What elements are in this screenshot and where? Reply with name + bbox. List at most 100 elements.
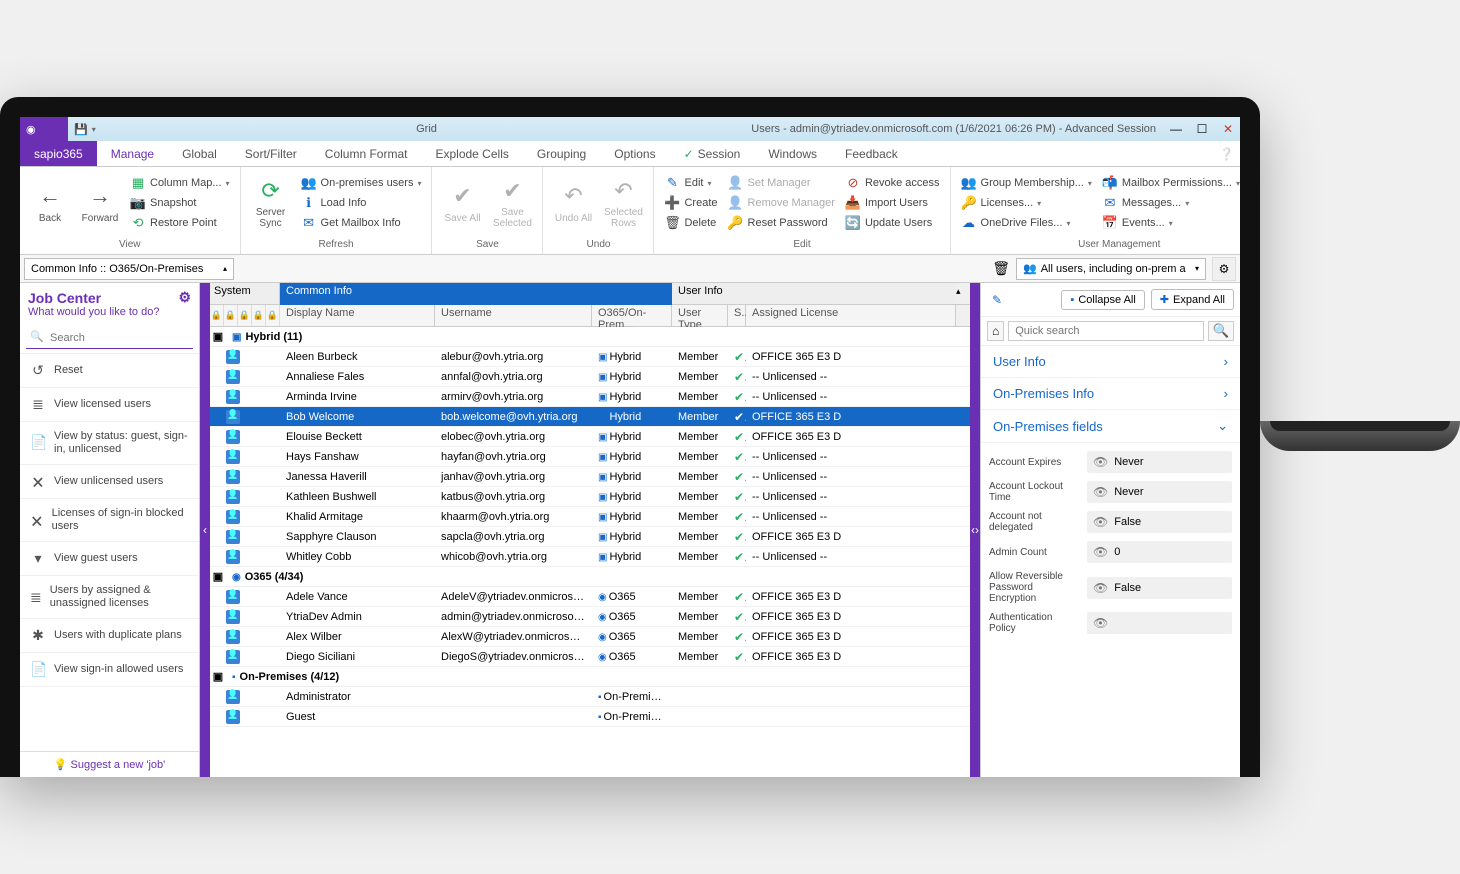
col-license[interactable]: Assigned License [746, 305, 956, 326]
minimize-button[interactable]: — [1164, 119, 1188, 139]
save-all-button[interactable]: ✔Save All [438, 173, 486, 233]
grid-row[interactable]: Hays Fanshaw hayfan@ovh.ytria.org Hybrid… [210, 447, 970, 467]
grid-row[interactable]: Guest On-Premises [210, 707, 970, 727]
edit-button[interactable]: ✎Edit [660, 173, 721, 193]
tab-global[interactable]: Global [168, 141, 231, 166]
job-center-item[interactable]: ✱Users with duplicate plans [20, 619, 199, 653]
mailbox-permissions-button[interactable]: 📬Mailbox Permissions... [1098, 173, 1240, 193]
delete-button[interactable]: 🗑Delete [660, 213, 721, 233]
collapse-all-button[interactable]: ▪Collapse All [1061, 290, 1144, 310]
col-username[interactable]: Username [435, 305, 592, 326]
job-center-item[interactable]: 🗙View unlicensed users [20, 465, 199, 499]
job-center-item[interactable]: ≣Users by assigned & unassigned licenses [20, 576, 199, 619]
create-button[interactable]: ➕Create [660, 193, 721, 213]
group-collapse-icon[interactable]: ▣ [212, 330, 224, 343]
tab-manage[interactable]: Manage [97, 141, 168, 166]
remove-manager-button[interactable]: 👤Remove Manager [724, 193, 839, 213]
update-users-button[interactable]: 🔄Update Users [841, 213, 944, 233]
grid-row[interactable]: Administrator On-Premises [210, 687, 970, 707]
qat-save-icon[interactable]: 💾 [74, 123, 88, 136]
tab-grouping[interactable]: Grouping [523, 141, 600, 166]
job-center-search-input[interactable] [26, 328, 193, 349]
licenses-button[interactable]: 🔑Licenses... [957, 193, 1096, 213]
details-search-input[interactable] [1008, 321, 1204, 341]
group-collapse-icon[interactable]: ▣ [212, 570, 224, 583]
save-selected-button[interactable]: ✔Save Selected [488, 173, 536, 233]
help-icon[interactable]: ❔ [1219, 147, 1240, 161]
details-search-button[interactable]: 🔍 [1208, 321, 1234, 341]
suggest-job-button[interactable]: Suggest a new 'job' [20, 751, 199, 777]
grid-row[interactable]: Elouise Beckett elobec@ovh.ytria.org Hyb… [210, 427, 970, 447]
tab-brand[interactable]: sapio365 [20, 141, 97, 166]
grid-row[interactable]: Arminda Irvine armirv@ovh.ytria.org Hybr… [210, 387, 970, 407]
close-button[interactable]: ✕ [1216, 119, 1240, 139]
tab-columnformat[interactable]: Column Format [311, 141, 422, 166]
job-center-item[interactable]: 📄View by status: guest, sign-in, unlicen… [20, 422, 199, 465]
selected-rows-button[interactable]: ↶Selected Rows [599, 173, 647, 233]
grid-group-header[interactable]: ▣O365 (4/34) [210, 567, 970, 587]
accordion-header[interactable]: On-Premises Info› [981, 378, 1240, 410]
left-splitter[interactable]: ‹ [200, 283, 210, 777]
accordion-header[interactable]: User Info› [981, 346, 1240, 378]
grid-row[interactable]: Kathleen Bushwell katbus@ovh.ytria.org H… [210, 487, 970, 507]
grid-row[interactable]: YtriaDev Admin admin@ytriadev.onmicrosof… [210, 607, 970, 627]
grid-row[interactable]: Annaliese Fales annfal@ovh.ytria.org Hyb… [210, 367, 970, 387]
col-usertype[interactable]: User Type [672, 305, 728, 326]
job-center-item[interactable]: ≣View licensed users [20, 388, 199, 422]
group-membership-button[interactable]: 👥Group Membership... [957, 173, 1096, 193]
users-filter-select[interactable]: 👥All users, including on-prem a▾ [1016, 258, 1206, 280]
import-users-button[interactable]: 📥Import Users [841, 193, 944, 213]
grid-group-header[interactable]: ▣On-Premises (4/12) [210, 667, 970, 687]
grid-row[interactable]: Whitley Cobb whicob@ovh.ytria.org Hybrid… [210, 547, 970, 567]
edit-pencil-icon[interactable]: ✎ [987, 290, 1007, 310]
qat-dropdown-icon[interactable]: ▾ [92, 125, 96, 134]
get-mailbox-info-button[interactable]: ✉Get Mailbox Info [297, 213, 426, 233]
col-group-userinfo[interactable]: User Info [672, 283, 956, 305]
job-center-item[interactable]: ▾View guest users [20, 542, 199, 576]
tab-feedback[interactable]: Feedback [831, 141, 912, 166]
right-splitter[interactable]: ‹› [970, 283, 980, 777]
tab-options[interactable]: Options [600, 141, 669, 166]
load-info-button[interactable]: ℹLoad Info [297, 193, 426, 213]
back-button[interactable]: ←Back [26, 173, 74, 233]
job-center-item[interactable]: ↺Reset [20, 354, 199, 388]
snapshot-button[interactable]: 📷Snapshot [126, 193, 234, 213]
set-manager-button[interactable]: 👤Set Manager [724, 173, 839, 193]
col-onprem[interactable]: O365/On-Prem... [592, 305, 672, 326]
lock-icon[interactable]: 🔒 [210, 305, 224, 326]
revoke-access-button[interactable]: ⊘Revoke access [841, 173, 944, 193]
grid-group-header[interactable]: ▣Hybrid (11) [210, 327, 970, 347]
restore-point-button[interactable]: ⟲Restore Point [126, 213, 234, 233]
grid-row[interactable]: Alex Wilber AlexW@ytriadev.onmicrosoft.c… [210, 627, 970, 647]
forward-button[interactable]: →Forward [76, 173, 124, 233]
lock-icon[interactable]: 🔒 [266, 305, 280, 326]
job-center-item[interactable]: 🗙Licenses of sign-in blocked users [20, 499, 199, 542]
column-map-button[interactable]: ▦Column Map... [126, 173, 234, 193]
onedrive-files-button[interactable]: ☁OneDrive Files... [957, 213, 1096, 233]
accordion-header[interactable]: On-Premises fields⌄ [981, 410, 1240, 443]
grid-row[interactable]: Aleen Burbeck alebur@ovh.ytria.org Hybri… [210, 347, 970, 367]
col-s[interactable]: S... [728, 305, 746, 326]
columns-filter-select[interactable]: Common Info :: O365/On-Premises▴ [24, 258, 234, 280]
server-sync-button[interactable]: ⟳Server Sync [247, 173, 295, 233]
events-button[interactable]: 📅Events... [1098, 213, 1240, 233]
trash-icon[interactable]: 🗑 [992, 260, 1010, 277]
lock-icon[interactable]: 🔒 [252, 305, 266, 326]
col-group-common[interactable]: Common Info [280, 283, 672, 305]
undo-all-button[interactable]: ↶Undo All [549, 173, 597, 233]
tab-explodecells[interactable]: Explode Cells [421, 141, 522, 166]
group-collapse-icon[interactable]: ▣ [212, 670, 224, 683]
grid-row[interactable]: Bob Welcome bob.welcome@ovh.ytria.org Hy… [210, 407, 970, 427]
messages-button[interactable]: ✉Messages... [1098, 193, 1240, 213]
grid-row[interactable]: Khalid Armitage khaarm@ovh.ytria.org Hyb… [210, 507, 970, 527]
job-center-gear-icon[interactable]: ⚙ [178, 289, 191, 306]
reset-password-button[interactable]: 🔑Reset Password [724, 213, 839, 233]
home-icon[interactable]: ⌂ [987, 321, 1004, 341]
lock-icon[interactable]: 🔒 [224, 305, 238, 326]
expand-all-button[interactable]: ✚Expand All [1151, 289, 1234, 310]
maximize-button[interactable]: ☐ [1190, 119, 1214, 139]
job-center-item[interactable]: 📄View sign-in allowed users [20, 653, 199, 687]
lock-icon[interactable]: 🔒 [238, 305, 252, 326]
onprem-users-button[interactable]: 👥On-premises users [297, 173, 426, 193]
settings-gear-button[interactable]: ⚙ [1212, 257, 1236, 281]
